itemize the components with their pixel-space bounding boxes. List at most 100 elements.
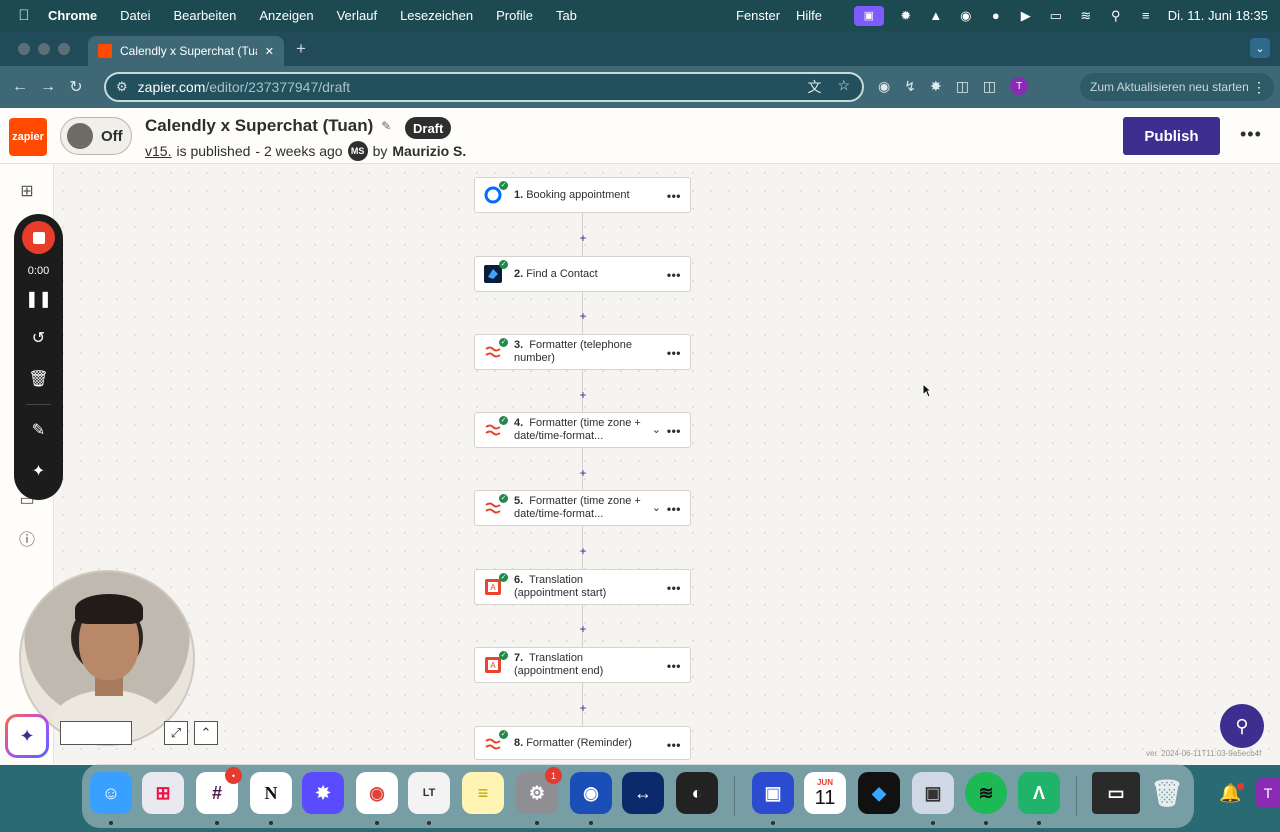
system-settings-icon[interactable]: ⚙ 1 [516,767,562,814]
zap-step-7[interactable]: A ✓ 7. Translation (appointment end) ••• [474,647,691,683]
menu-anzeigen[interactable]: Anzeigen [259,8,313,23]
expand-chevron-down-icon[interactable]: ⌄ [652,423,661,436]
browser-tab-active[interactable]: Calendly x Superchat (Tuan) | Zapier ✕ [88,36,284,66]
publish-button[interactable]: Publish [1123,117,1220,155]
restart-icon[interactable]: ↺ [27,326,50,349]
zapier-logo[interactable]: zapier [9,118,47,156]
apple-menu-icon[interactable]:  [0,7,48,24]
stacks-app-icon[interactable]: ◆ [858,772,900,814]
add-step-button[interactable]: + [578,702,588,714]
zap-on-off-toggle[interactable]: Off [60,117,132,155]
more-options-icon[interactable]: ••• [1240,124,1262,145]
zap-title[interactable]: Calendly x Superchat (Tuan) [145,116,373,136]
languagetool-icon[interactable]: LT [408,772,450,814]
zap-step-4[interactable]: ✓ 4. Formatter (time zone + date/time-fo… [474,412,691,448]
side-profile-avatar[interactable]: T [1256,778,1280,808]
version-link[interactable]: v15. [145,143,171,159]
step-menu-icon[interactable]: ••• [667,189,681,203]
help-icon[interactable]: ⓘ [16,527,38,549]
craft-app-icon[interactable]: ✸ [302,772,344,814]
close-tab-icon[interactable]: ✕ [265,45,274,58]
extensions-puzzle-icon[interactable]: ◫ [956,78,969,95]
password-manager-extension-icon[interactable]: ◉ [878,78,890,95]
translate-icon[interactable]: 文 [807,77,821,97]
menu-profile[interactable]: Profile [496,8,533,23]
notification-bell-icon[interactable]: 🔔 [1219,783,1245,804]
update-chrome-button[interactable]: Zum Aktualisieren neu starten ⋮ [1080,73,1274,101]
draw-pencil-icon[interactable]: ✎ [27,418,50,441]
battery-icon[interactable]: ▭ [1048,8,1064,24]
language-tool-extension-icon[interactable]: ↯ [904,78,916,95]
bookmark-star-icon[interactable]: ☆ [837,77,850,97]
trash-bin-icon[interactable]: 🗑 [1146,772,1188,814]
stop-recording-button[interactable] [22,221,55,254]
menu-fenster[interactable]: Fenster [736,8,780,23]
pause-icon[interactable]: ❚❚ [25,287,52,310]
menu-tab[interactable]: Tab [556,8,577,23]
close-window-button[interactable] [18,42,30,55]
ai-copilot-button[interactable]: ✦ [5,714,49,758]
menubar-datetime[interactable]: Di. 11. Juni 18:35 [1168,8,1268,23]
spotify-icon[interactable]: ≋ [965,772,1007,814]
menu-datei[interactable]: Datei [120,8,150,23]
minimized-window-icon[interactable]: ▭ [1092,772,1140,814]
edit-pencil-icon[interactable]: ✎ [381,119,391,133]
side-panel-icon[interactable]: ◫ [983,78,996,95]
control-center-icon[interactable]: ≡ [1138,8,1154,24]
minimize-window-button[interactable] [38,42,50,55]
reload-icon[interactable]: ↻ [62,77,90,97]
zap-step-8[interactable]: ✓ 8. Formatter (Reminder) ••• [474,726,691,760]
play-status-icon[interactable]: ▶ [1018,8,1034,24]
add-step-button[interactable]: + [578,389,588,401]
add-step-button[interactable]: + [578,545,588,557]
tab-search-chevron-icon[interactable]: ⌄ [1250,38,1270,58]
add-step-button[interactable]: + [578,467,588,479]
effects-icon[interactable]: ✦ [27,459,50,482]
menu-verlauf[interactable]: Verlauf [337,8,377,23]
password-status-icon[interactable]: ◉ [958,8,974,24]
zap-step-2[interactable]: ✓ 2. Find a Contact ••• [474,256,691,292]
menu-app-name[interactable]: Chrome [48,8,97,23]
menu-bearbeiten[interactable]: Bearbeiten [173,8,236,23]
collapse-chevron-up-icon[interactable]: ⌃ [194,721,218,745]
finder-icon[interactable]: ☺ [90,772,132,814]
gear-status-icon[interactable]: ✹ [898,8,914,24]
back-arrow-icon[interactable]: ← [6,78,34,96]
zap-step-1[interactable]: ✓ 1. Booking appointment ••• [474,177,691,213]
notion-icon[interactable]: N [250,772,292,814]
launchpad-icon[interactable]: ⊞ [142,772,184,814]
forward-arrow-icon[interactable]: → [34,78,62,96]
spotlight-search-icon[interactable]: ⚲ [1108,8,1124,24]
teamviewer-icon[interactable]: ↔ [622,772,664,814]
zap-step-3[interactable]: ✓ 3. Formatter (telephone number) ••• [474,334,691,370]
trash-icon[interactable]: 🗑 [27,367,50,390]
step-menu-icon[interactable]: ••• [667,659,681,673]
add-step-button[interactable]: + [578,310,588,322]
address-bar[interactable]: ⚙ zapier.com/editor/237377947/draft 文 ☆ [104,72,864,102]
zap-step-6[interactable]: A ✓ 6. Translation (appointment start) •… [474,569,691,605]
apps-grid-icon[interactable]: ⊞ [16,180,38,202]
add-step-button[interactable]: + [578,232,588,244]
step-menu-icon[interactable]: ••• [667,268,681,282]
user-status-icon[interactable]: ● [988,8,1004,24]
menu-lesezeichen[interactable]: Lesezeichen [400,8,473,23]
add-step-button[interactable]: + [578,623,588,635]
fit-to-screen-icon[interactable]: ⤢ [164,721,188,745]
support-chat-button[interactable]: ⚲ [1220,704,1264,748]
step-menu-icon[interactable]: ••• [667,502,681,516]
step-menu-icon[interactable]: ••• [667,738,681,752]
zap-step-5[interactable]: ✓ 5. Formatter (time zone + date/time-fo… [474,490,691,526]
menu-hilfe[interactable]: Hilfe [796,8,822,23]
new-tab-icon[interactable]: + [296,39,306,59]
expand-chevron-down-icon[interactable]: ⌄ [652,501,661,514]
slack-icon[interactable]: # • [196,767,242,814]
chrome-icon[interactable]: ◉ [356,772,398,814]
linear-icon[interactable]: ◐ [676,772,718,814]
calendar-icon[interactable]: JUN 11 [804,772,846,814]
aptly-app-icon[interactable]: Λ [1018,772,1060,814]
step-menu-icon[interactable]: ••• [667,581,681,595]
onepassword-icon[interactable]: ◉ [570,772,612,814]
site-settings-icon[interactable]: ⚙ [116,79,128,95]
preview-icon[interactable]: ▣ [912,772,954,814]
screen-studio-icon[interactable]: ▣ [752,772,794,814]
